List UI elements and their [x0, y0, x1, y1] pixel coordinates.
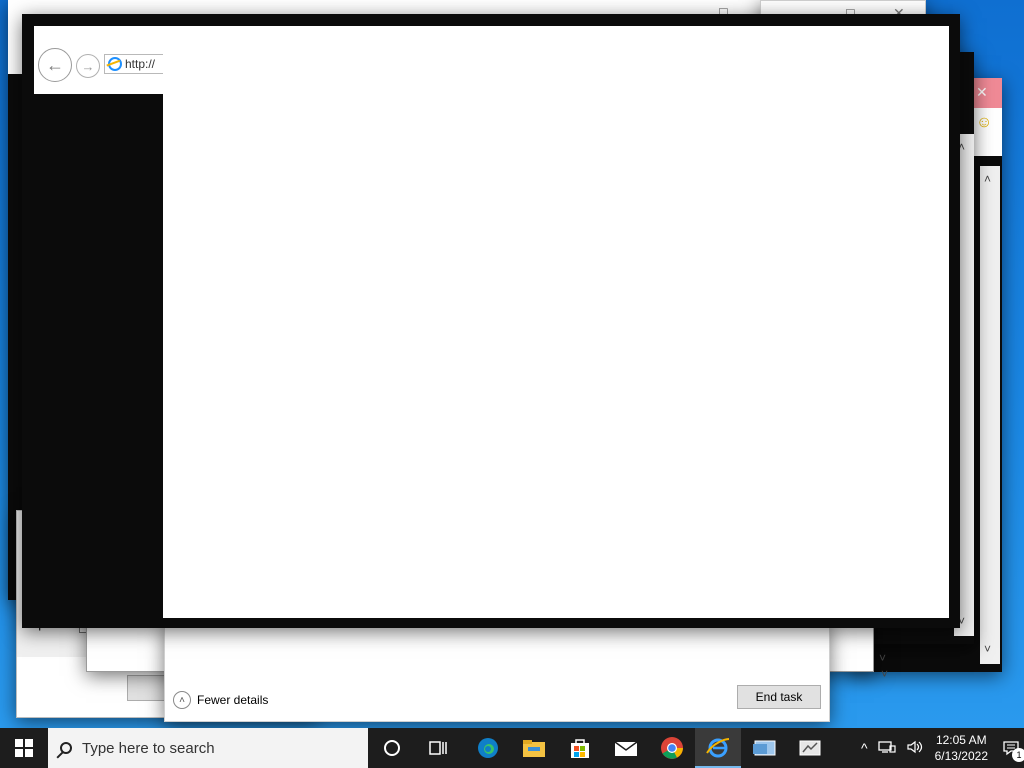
back-button[interactable]: ← — [38, 48, 72, 82]
chevron-up-icon: ˄ — [173, 691, 191, 709]
volume-icon[interactable] — [906, 740, 924, 757]
search-placeholder: Type here to search — [82, 739, 215, 757]
arrow-left-icon: ← — [46, 54, 64, 75]
task-manager-window: ˄ Fewer details End task ˅ — [164, 620, 888, 722]
windows-logo-icon — [15, 739, 33, 757]
system-tray: ^ 12:05 AM 6/13/2022 1 — [856, 728, 1024, 768]
vertical-scrollbar[interactable]: ˄ ˅ — [980, 166, 1000, 664]
window-titlebar — [22, 14, 960, 26]
search-box[interactable]: Type here to search — [48, 728, 368, 768]
page-content[interactable] — [163, 26, 949, 618]
chrome-icon[interactable] — [649, 728, 695, 768]
fewer-details-label: Fewer details — [197, 693, 269, 707]
search-icon — [60, 742, 72, 754]
internet-explorer-window: ← → http:// — [22, 14, 960, 628]
scroll-up-icon[interactable]: ˄ — [984, 172, 991, 186]
notification-count-badge: 1 — [1012, 748, 1024, 762]
end-task-button[interactable]: End task — [737, 685, 821, 709]
browser-toolbar: ← → http:// — [34, 26, 164, 94]
cortana-icon[interactable] — [369, 728, 415, 768]
network-icon[interactable] — [877, 740, 896, 757]
address-bar[interactable]: http:// — [104, 54, 164, 74]
clock-date: 6/13/2022 — [934, 749, 988, 763]
task-view-icon[interactable] — [415, 728, 461, 768]
clock-time: 12:05 AM — [935, 733, 987, 747]
clock[interactable]: 12:05 AM 6/13/2022 — [935, 732, 988, 764]
smiley-icon[interactable]: ☺ — [976, 114, 992, 132]
scroll-down-icon[interactable]: ˅ — [984, 642, 991, 656]
taskbar: Type here to search ^ 12:05 AM 6/13/2022… — [0, 728, 1024, 768]
store-icon[interactable] — [557, 728, 603, 768]
fewer-details-button[interactable]: ˄ Fewer details — [173, 691, 268, 709]
left-pane — [34, 94, 163, 618]
file-explorer-icon[interactable] — [511, 728, 557, 768]
address-text: http:// — [125, 57, 156, 71]
mail-icon[interactable] — [603, 728, 649, 768]
arrow-right-icon: → — [81, 58, 95, 74]
scroll-down-icon[interactable]: ˅ — [881, 667, 888, 681]
chevron-up-icon[interactable]: ^ — [861, 740, 868, 756]
close-icon: ✕ — [976, 84, 988, 100]
ie-page-icon — [108, 57, 122, 71]
internet-explorer-icon[interactable] — [695, 728, 741, 768]
edge-icon[interactable] — [465, 728, 511, 768]
action-center-button[interactable]: 1 — [998, 738, 1024, 762]
start-button[interactable] — [0, 728, 48, 768]
scroll-down-icon[interactable]: ˅ — [879, 651, 886, 665]
task-manager-footer: ˄ Fewer details End task — [165, 679, 829, 721]
app-window-icon[interactable] — [741, 728, 787, 768]
network-app-icon[interactable] — [787, 728, 833, 768]
forward-button[interactable]: → — [76, 54, 100, 78]
